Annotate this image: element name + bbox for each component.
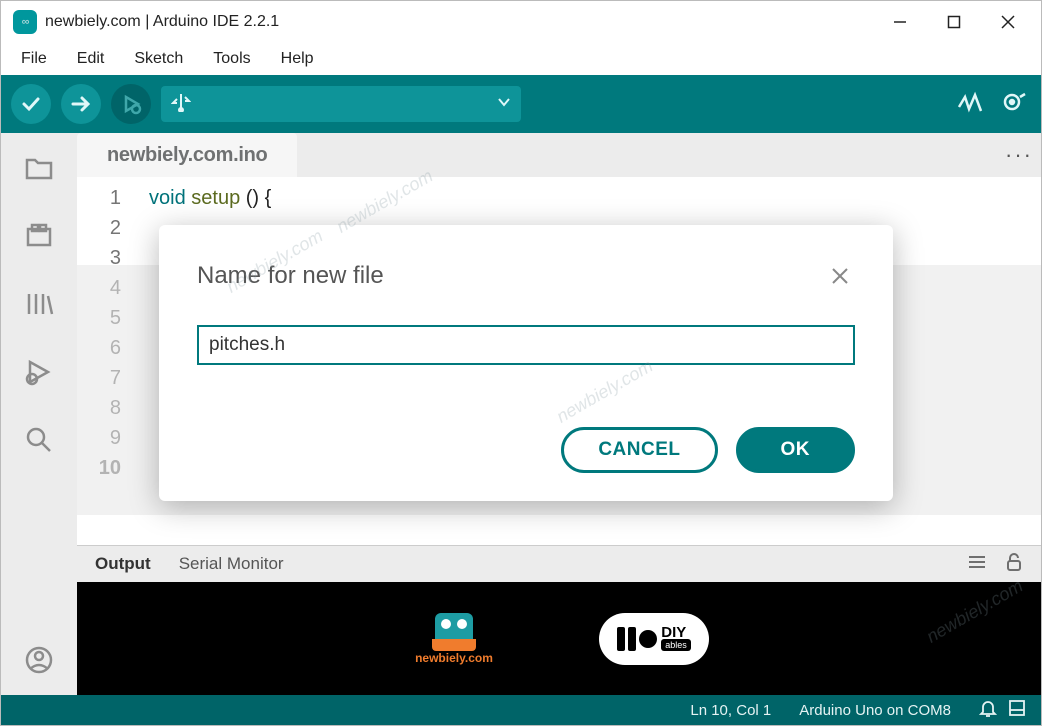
minimize-button[interactable] (873, 1, 927, 43)
code-function: setup (191, 187, 240, 209)
ok-button[interactable]: OK (736, 427, 856, 473)
sidebar (1, 133, 77, 695)
chevron-down-icon (497, 95, 511, 114)
sketchbook-icon[interactable] (22, 151, 56, 185)
debug-icon[interactable] (22, 355, 56, 389)
diy-logo-text: DIY (661, 626, 691, 640)
new-file-dialog: Name for new file CANCEL OK (159, 225, 893, 501)
tab-more-button[interactable]: ··· (997, 133, 1041, 177)
code-text: () { (246, 187, 272, 209)
cancel-button[interactable]: CANCEL (561, 427, 717, 473)
newbiely-logo-text: newbiely.com (415, 651, 493, 665)
tab-serial-monitor[interactable]: Serial Monitor (179, 554, 284, 574)
account-icon[interactable] (22, 643, 56, 677)
close-panel-icon[interactable] (1009, 700, 1025, 720)
window-title: newbiely.com | Arduino IDE 2.2.1 (45, 13, 279, 31)
tab-output[interactable]: Output (95, 554, 151, 574)
maximize-button[interactable] (927, 1, 981, 43)
board-selector[interactable] (161, 86, 521, 122)
library-manager-icon[interactable] (22, 287, 56, 321)
boards-manager-icon[interactable] (22, 219, 56, 253)
output-panel: Output Serial Monitor newbiely.c (77, 545, 1041, 695)
ables-logo-text: ables (661, 639, 691, 651)
usb-icon (171, 92, 191, 117)
output-options-icon[interactable] (967, 552, 987, 577)
menubar: File Edit Sketch Tools Help (1, 43, 1041, 75)
arduino-app-icon: ∞ (13, 10, 37, 34)
menu-edit[interactable]: Edit (63, 46, 119, 72)
menu-tools[interactable]: Tools (199, 46, 264, 72)
cursor-position: Ln 10, Col 1 (690, 702, 771, 719)
search-icon[interactable] (22, 423, 56, 457)
line-number: 2 (77, 213, 121, 243)
notifications-icon[interactable] (979, 699, 997, 721)
output-body: newbiely.com DIY ables (77, 582, 1041, 695)
tab-row: newbiely.com.ino ··· (77, 133, 1041, 177)
titlebar: ∞ newbiely.com | Arduino IDE 2.2.1 (1, 1, 1041, 43)
file-tab[interactable]: newbiely.com.ino (77, 133, 297, 177)
menu-help[interactable]: Help (267, 46, 328, 72)
toolbar (1, 75, 1041, 133)
debug-button[interactable] (111, 84, 151, 124)
output-lock-icon[interactable] (1005, 552, 1023, 577)
filename-input[interactable] (197, 325, 855, 365)
menu-file[interactable]: File (7, 46, 61, 72)
upload-button[interactable] (61, 84, 101, 124)
serial-plotter-button[interactable] (953, 87, 987, 121)
app-window: ∞ newbiely.com | Arduino IDE 2.2.1 File … (0, 0, 1042, 726)
dialog-close-button[interactable] (825, 261, 855, 291)
diyables-logo: DIY ables (599, 613, 709, 665)
code-keyword: void (149, 187, 186, 209)
line-number: 1 (77, 183, 121, 213)
serial-monitor-button[interactable] (997, 87, 1031, 121)
close-button[interactable] (981, 1, 1035, 43)
output-tabs: Output Serial Monitor (77, 546, 1041, 582)
statusbar: Ln 10, Col 1 Arduino Uno on COM8 (1, 695, 1041, 725)
newbiely-logo: newbiely.com (409, 607, 499, 671)
dialog-title: Name for new file (197, 262, 384, 290)
verify-button[interactable] (11, 84, 51, 124)
board-port: Arduino Uno on COM8 (799, 702, 951, 719)
menu-sketch[interactable]: Sketch (120, 46, 197, 72)
